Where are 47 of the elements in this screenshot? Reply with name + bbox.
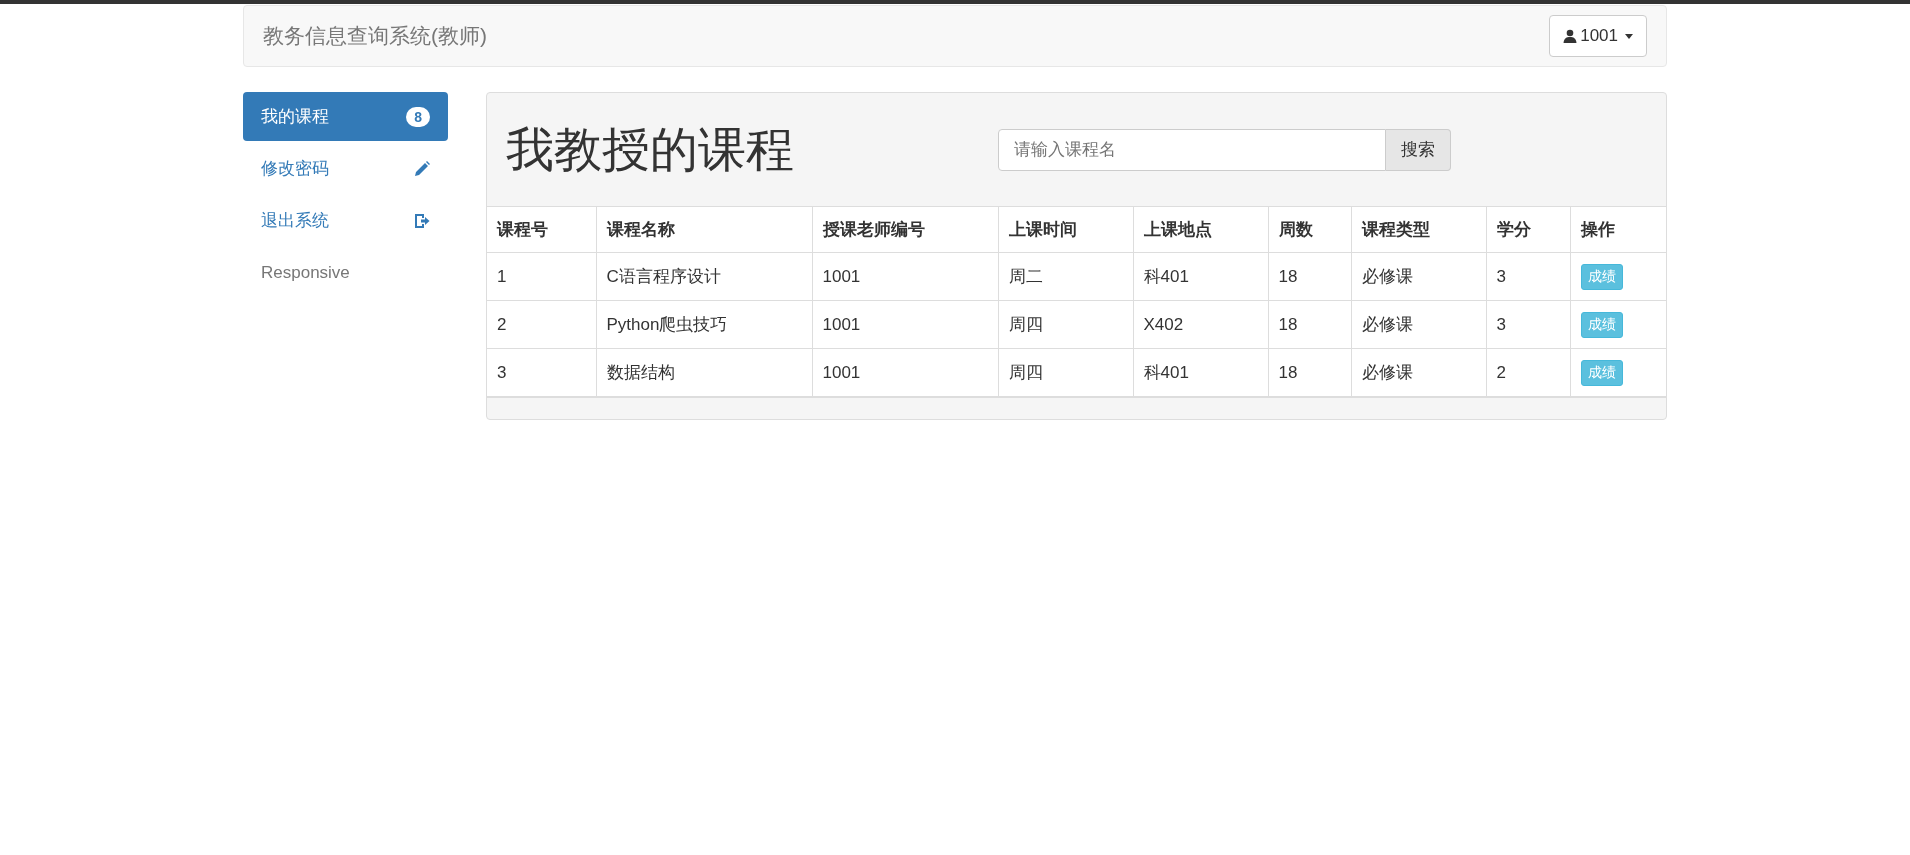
table-cell: 科401 [1133, 252, 1268, 301]
column-header: 课程名称 [596, 206, 812, 253]
search-field[interactable]: 请输入课程名 [998, 128, 1386, 171]
table-cell: C语言程序设计 [596, 252, 812, 301]
table-cell: 周二 [998, 252, 1133, 301]
sidebar-item[interactable]: 我的课程 8 [243, 92, 448, 141]
table-cell: 18 [1268, 300, 1351, 349]
table-cell: 1001 [812, 252, 998, 301]
logout-icon [414, 212, 430, 229]
table-cell: 必修课 [1351, 348, 1486, 397]
table-cell: 2 [487, 300, 596, 349]
column-header: 学分 [1486, 206, 1570, 253]
table-cell: 1001 [812, 300, 998, 349]
table-cell: 3 [1486, 300, 1570, 349]
column-header: 周数 [1268, 206, 1351, 253]
table-cell: 2 [1486, 348, 1570, 397]
pencil-icon [414, 160, 430, 177]
table-cell: 3 [1486, 252, 1570, 301]
table-cell: 必修课 [1351, 300, 1486, 349]
table-cell: 18 [1268, 348, 1351, 397]
page-title: 我教授的课程 [506, 121, 795, 178]
table-cell: Python爬虫技巧 [596, 300, 812, 349]
table-cell: 数据结构 [596, 348, 812, 397]
column-header: 课程号 [487, 206, 596, 253]
table-cell: 1 [487, 252, 596, 301]
caret-icon [1625, 33, 1633, 39]
column-header: 操作 [1570, 206, 1666, 253]
user-menu-button[interactable]: 1001 [1549, 15, 1647, 57]
column-header: 授课老师编号 [812, 206, 998, 253]
column-header: 课程类型 [1351, 206, 1486, 253]
table-cell: 周四 [998, 348, 1133, 397]
table-cell: 科401 [1133, 348, 1268, 397]
sidebar-item[interactable]: 退出系统 [243, 196, 448, 245]
column-header: 上课地点 [1133, 206, 1268, 253]
user-icon [1563, 29, 1578, 43]
count-badge: 8 [406, 106, 430, 127]
table-cell: 必修课 [1351, 252, 1486, 301]
table-cell: X402 [1133, 300, 1268, 349]
sidebar-item[interactable]: 修改密码 [243, 144, 448, 193]
brand-title[interactable]: 教务信息查询系统(教师) [263, 22, 487, 50]
table-cell: 1001 [812, 348, 998, 397]
table-cell: 3 [487, 348, 596, 397]
table-cell: 周四 [998, 300, 1133, 349]
column-header: 上课时间 [998, 206, 1133, 253]
table-cell: 18 [1268, 252, 1351, 301]
search-button[interactable]: 搜索 [1386, 128, 1451, 171]
sidebar-item[interactable]: Responsive [243, 248, 448, 297]
